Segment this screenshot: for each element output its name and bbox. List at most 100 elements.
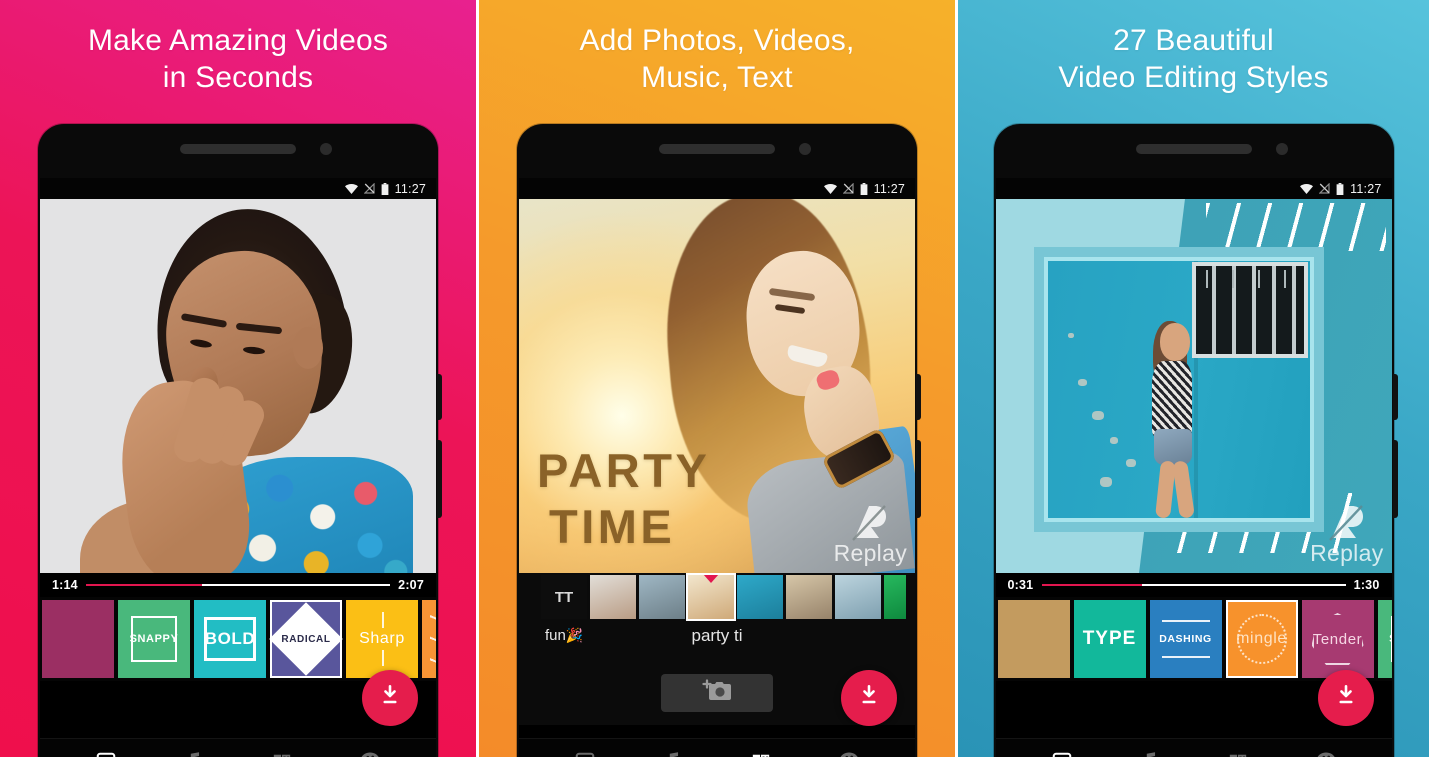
status-time: 11:27 (394, 181, 426, 196)
style-chip-label: SNAPPY (129, 633, 179, 645)
style-chip-type[interactable]: TYPE (1073, 600, 1146, 678)
filmstrip-thumb-selected[interactable] (686, 573, 736, 621)
nav-magic-photo-tab[interactable] (568, 747, 602, 757)
nav-palette-tab[interactable] (353, 747, 387, 757)
nav-music-tab[interactable] (1133, 747, 1167, 757)
magic-photo-icon (574, 751, 596, 757)
music-note-icon (184, 751, 204, 757)
video-text-line-1: PARTY (537, 444, 711, 497)
app-store-screenshot-set: Make Amazing Videos in Seconds 11:27 1:1… (0, 0, 1429, 757)
preview-photo-teal-wall-walker: Replay (995, 199, 1392, 573)
export-download-button[interactable] (841, 670, 897, 726)
panel-1-headline: Make Amazing Videos in Seconds (0, 22, 476, 96)
style-chip-bold[interactable]: BOLD (194, 600, 266, 678)
battery-icon (1336, 182, 1344, 195)
phone-speaker (1135, 144, 1252, 154)
wifi-icon (1300, 183, 1314, 194)
nav-magic-photo-tab[interactable] (89, 747, 123, 757)
video-scrubber-3[interactable]: 0:31 1:30 (995, 573, 1392, 597)
phone-screen-2: 11:27 PARTY TIME Replay TT fun🎉 party ti (519, 178, 915, 757)
filmstrip-icon (750, 752, 772, 757)
caption-row: fun🎉 party ti (519, 621, 915, 661)
phone-screen-3: 11:27 Replay 0:31 1:30 TYPE DASHING ming… (995, 178, 1392, 757)
style-chip-tender[interactable]: Tender (1301, 600, 1374, 678)
nav-palette-tab[interactable] (832, 747, 866, 757)
scrubber-track[interactable] (86, 584, 390, 586)
nav-music-tab[interactable] (656, 747, 690, 757)
filmstrip-thumb[interactable] (786, 575, 832, 619)
replay-watermark-3: Replay (1310, 500, 1383, 567)
filmstrip-thumb[interactable] (737, 575, 783, 619)
video-preview-1[interactable] (40, 199, 436, 573)
nav-filmstrip-tab[interactable] (744, 747, 778, 757)
panel-2-headline: Add Photos, Videos, Music, Text (479, 22, 955, 96)
video-text-overlay: PARTY TIME (537, 443, 710, 555)
wifi-icon (344, 183, 358, 194)
video-preview-2[interactable]: PARTY TIME Replay (519, 199, 915, 573)
video-text-line-2: TIME (549, 500, 676, 553)
bottom-nav-1[interactable] (40, 738, 436, 757)
style-chip-snappy[interactable]: SNAPPY (1377, 600, 1392, 678)
style-chip-label: TYPE (1082, 628, 1137, 649)
bottom-nav-3[interactable] (995, 738, 1392, 757)
export-download-button[interactable] (362, 670, 418, 726)
battery-icon (860, 182, 868, 195)
style-chip-label: SNAPPY (1389, 633, 1391, 645)
status-time: 11:27 (873, 181, 905, 196)
signal-off-icon (842, 183, 854, 194)
panel-3-headline: 27 Beautiful Video Editing Styles (958, 22, 1429, 96)
filmstrip-thumb[interactable] (639, 575, 685, 619)
video-scrubber-1[interactable]: 1:14 2:07 (40, 573, 436, 597)
style-chip-radical[interactable]: RADICAL (269, 600, 343, 678)
style-chip-swell[interactable]: Swell (422, 600, 436, 678)
filmstrip-text-tool[interactable]: TT (541, 575, 587, 619)
wifi-icon (823, 183, 837, 194)
bottom-nav-2[interactable] (519, 738, 915, 757)
headline-line-2: Video Editing Styles (1058, 61, 1329, 94)
filmstrip-timeline[interactable]: TT (519, 573, 915, 621)
nav-palette-tab[interactable] (1309, 747, 1343, 757)
filmstrip-icon (1227, 752, 1249, 757)
nav-magic-photo-tab[interactable] (1045, 747, 1079, 757)
add-photo-button[interactable] (661, 674, 773, 712)
replay-logo-icon (1326, 500, 1368, 544)
replay-watermark-label: Replay (833, 540, 907, 566)
replay-logo-icon (849, 500, 891, 544)
nav-filmstrip-tab[interactable] (1221, 747, 1255, 757)
headline-line-2: Music, Text (641, 61, 793, 94)
scrubber-total-time: 2:07 (398, 578, 424, 592)
mood-tag[interactable]: fun🎉 (545, 627, 583, 644)
style-chip-mingle[interactable]: mingle (1225, 600, 1298, 678)
signal-off-icon (363, 183, 375, 194)
filmstrip-thumb[interactable] (835, 575, 881, 619)
nav-music-tab[interactable] (177, 747, 211, 757)
style-chip-dashing[interactable]: DASHING (1149, 600, 1222, 678)
style-chip-edge[interactable] (997, 600, 1070, 678)
export-download-button[interactable] (1317, 670, 1374, 726)
palette-icon (838, 751, 860, 757)
style-chip-sharp[interactable]: Sharp (346, 600, 418, 678)
party-popper-icon: 🎉 (565, 627, 584, 643)
text-tool-label: TT (554, 588, 574, 606)
scrubber-track[interactable] (1041, 584, 1346, 586)
style-chip-list-3[interactable]: TYPE DASHING mingle Tender (995, 597, 1392, 681)
filmstrip-thumb[interactable] (590, 575, 636, 619)
video-preview-3[interactable]: Replay (995, 199, 1392, 573)
phone-mockup-2: 11:27 PARTY TIME Replay TT fun🎉 party ti (517, 124, 921, 757)
style-chip-snappy[interactable]: SNAPPY (118, 600, 190, 678)
phone-speaker (180, 144, 296, 154)
style-chip-label: Tender (1312, 630, 1363, 648)
headline-line-1: Make Amazing Videos (87, 24, 389, 57)
palette-icon (359, 751, 381, 757)
screenshot-panel-1: Make Amazing Videos in Seconds 11:27 1:1… (0, 0, 476, 757)
style-chip-edge[interactable] (42, 600, 114, 678)
screenshot-panel-3: 27 Beautiful Video Editing Styles 11:27 … (958, 0, 1429, 757)
filmstrip-icon (271, 752, 293, 757)
phone-camera-icon (799, 143, 811, 155)
text-entry-preview[interactable]: party ti (691, 626, 742, 646)
nav-filmstrip-tab[interactable] (265, 747, 299, 757)
status-time: 11:27 (1350, 181, 1382, 196)
status-bar-1: 11:27 (40, 178, 436, 199)
style-chip-list-1[interactable]: SNAPPY BOLD RADICAL Sharp (40, 597, 436, 681)
filmstrip-thumb-peek[interactable] (884, 575, 906, 619)
